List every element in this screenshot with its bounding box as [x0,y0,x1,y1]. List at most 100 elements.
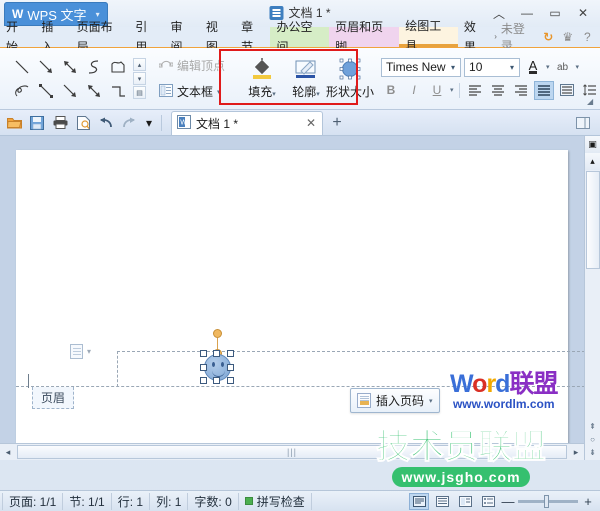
resize-handle-nw[interactable] [200,350,207,357]
tab-overflow-icon[interactable]: › [493,27,501,47]
web-layout-view-button[interactable] [455,493,475,510]
new-document-button[interactable]: + [326,112,348,134]
align-left-button[interactable] [465,81,485,100]
horizontal-scroll-thumb[interactable]: ||| [17,445,567,459]
smiley-face-shape[interactable] [200,329,234,379]
tab-drawing-tools[interactable]: 绘图工具 [399,27,458,47]
tab-section[interactable]: 章节 [235,27,270,47]
zoom-slider[interactable] [518,500,578,503]
outline-view-button[interactable] [478,493,498,510]
resize-handle-n[interactable] [213,350,220,357]
vertical-scroll-thumb[interactable] [586,171,600,269]
tab-view[interactable]: 视图 [200,27,235,47]
redo-button[interactable] [119,113,139,133]
print-preview-button[interactable] [73,113,93,133]
layout-toggle-icon[interactable] [573,113,593,133]
font-color-button[interactable]: A [523,58,543,77]
underline-button[interactable]: U [427,81,447,100]
gallery-more-icon[interactable]: ▤ [133,86,146,99]
select-browse-object-button[interactable]: ○ [590,435,595,444]
status-words[interactable]: 字数: 0 [188,493,238,510]
split-bar-icon[interactable]: ▣ [585,136,600,153]
scroll-right-button[interactable]: ▸ [568,445,584,460]
outline-button[interactable]: 轮廓▾ [284,52,328,103]
resize-handle-w[interactable] [200,364,207,371]
resize-handle-sw[interactable] [200,377,207,384]
shape-gallery[interactable] [10,55,130,103]
chevron-down-icon[interactable]: ▾ [448,63,458,72]
scribble-shape-icon[interactable] [10,79,34,103]
tab-review[interactable]: 审阅 [165,27,200,47]
open-button[interactable] [4,113,24,133]
chevron-down-icon[interactable]: ▾ [217,88,221,96]
chevron-down-icon[interactable]: ▾ [507,63,517,72]
freeform-shape-icon[interactable] [106,55,130,79]
maximize-button[interactable]: ▭ [542,3,568,23]
horizontal-scrollbar[interactable]: ◂ ||| ▸ [0,443,584,460]
print-layout-view-button[interactable] [409,493,429,510]
document-page[interactable] [16,150,568,460]
customize-quick-access-icon[interactable]: ▾ [142,113,156,133]
object-anchor-icon[interactable]: ▾ [70,344,91,359]
crown-icon[interactable]: ♛ [561,30,574,44]
close-icon[interactable]: ✕ [306,116,316,130]
chevron-down-icon[interactable]: ▾ [576,63,580,71]
font-size-combo[interactable]: 10 ▾ [464,58,520,77]
tab-office-space[interactable]: 办公空间 [270,27,329,47]
distributed-align-button[interactable] [557,81,577,100]
elbow-connector-shape-icon[interactable] [106,79,130,103]
rotation-handle[interactable] [213,329,222,338]
tab-header-footer[interactable]: 页眉和页脚 [329,27,399,47]
arrow-shape-icon[interactable] [34,55,58,79]
double-arrow-shape-icon[interactable] [58,55,82,79]
chevron-down-icon[interactable]: ▾ [546,63,550,71]
line-arrow-start-shape-icon[interactable] [34,79,58,103]
justify-button[interactable] [534,81,554,100]
align-right-button[interactable] [511,81,531,100]
document-area[interactable]: ▾ 页眉 插入页码 ▾ [0,136,600,460]
zoom-in-button[interactable]: + [581,494,595,509]
tab-start[interactable]: 开始 [0,27,35,47]
dialog-launcher-icon[interactable]: ◢ [587,97,597,107]
help-icon[interactable]: ? [581,30,594,44]
bold-button[interactable]: B [381,81,401,100]
status-col[interactable]: 列: 1 [150,493,188,510]
tab-references[interactable]: 引用 [129,27,164,47]
align-center-button[interactable] [488,81,508,100]
scroll-up-button[interactable]: ▴ [585,153,600,170]
font-family-combo[interactable]: Times New R ▾ [381,58,461,77]
chevron-down-icon[interactable]: ▾ [429,397,433,405]
status-section[interactable]: 节: 1/1 [63,493,111,510]
status-page[interactable]: 页面: 1/1 [2,493,63,510]
chevron-down-icon[interactable]: ▾ [316,91,320,98]
fill-button[interactable]: 填充▾ [240,52,284,103]
undo-button[interactable] [96,113,116,133]
zoom-slider-thumb[interactable] [544,495,549,508]
previous-page-button[interactable]: ⇞ [589,422,596,431]
curve-shape-icon[interactable] [82,55,106,79]
resize-handle-ne[interactable] [227,350,234,357]
gallery-scroll-down-icon[interactable]: ▾ [133,72,146,85]
status-spellcheck[interactable]: 拼写检查 [239,493,312,510]
print-button[interactable] [50,113,70,133]
resize-handle-s[interactable] [213,377,220,384]
line-shape-icon[interactable] [10,55,34,79]
edit-vertices-button[interactable]: 编辑顶点 [154,54,230,77]
shape-size-button[interactable]: 形状大小 [328,52,372,103]
tab-insert[interactable]: 插入 [35,27,70,47]
next-page-button[interactable]: ⇟ [589,448,596,457]
textbox-button[interactable]: 文本框 ▾ [154,80,230,103]
status-row[interactable]: 行: 1 [112,493,150,510]
sync-icon[interactable]: ↻ [542,30,555,44]
chevron-down-icon[interactable]: ▾ [87,347,91,356]
chevron-down-icon[interactable]: ▾ [272,91,276,98]
italic-button[interactable]: I [404,81,424,100]
vertical-scrollbar[interactable]: ▣ ▴ ⇞ ○ ⇟ [584,136,600,460]
tab-effects[interactable]: 效果 [458,27,493,47]
insert-page-number-button[interactable]: 插入页码 ▾ [350,388,440,413]
scroll-left-button[interactable]: ◂ [0,445,16,460]
chevron-down-icon[interactable]: ▾ [450,86,454,94]
full-screen-view-button[interactable] [432,493,452,510]
resize-handle-e[interactable] [227,364,234,371]
resize-handle-se[interactable] [227,377,234,384]
